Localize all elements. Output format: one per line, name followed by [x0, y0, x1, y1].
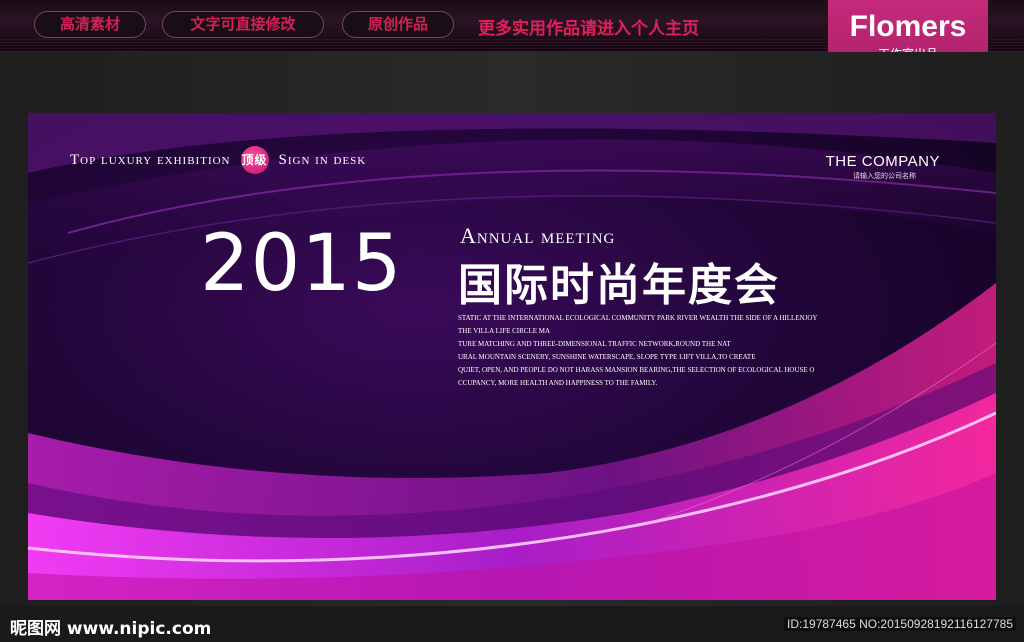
description-text: STATIC AT THE INTERNATIONAL ECOLOGICAL C…	[458, 312, 838, 390]
chinese-title: 国际时尚年度会	[458, 260, 780, 311]
top-grade-seal: 顶级	[240, 146, 269, 174]
annual-meeting-title: Annual meeting	[460, 223, 616, 248]
top-banner: 高清素材 文字可直接修改 原创作品 更多实用作品请进入个人主页 Flomers …	[0, 0, 1024, 90]
pill-hd-material: 高清素材	[34, 11, 146, 38]
image-id-watermark: ID:19787465 NO:20150928192116127785	[784, 617, 1016, 631]
tagline-right: Sign in desk	[278, 151, 367, 168]
desc-line: CCUPANCY, MORE HEALTH AND HAPPINESS TO T…	[458, 379, 658, 387]
pill-editable-text: 文字可直接修改	[162, 11, 324, 38]
watermark-strip: 昵图网 www.nipic.com ID:19787465 NO:2015092…	[0, 606, 1024, 642]
poster-artwork: Top luxury exhibition 顶级 Sign in desk TH…	[28, 113, 996, 600]
brand-name: Flomers	[849, 10, 967, 43]
promo-text[interactable]: 更多实用作品请进入个人主页	[478, 14, 699, 39]
desc-line: QUIET, OPEN, AND PEOPLE DO NOT HARASS MA…	[458, 366, 815, 374]
site-watermark[interactable]: 昵图网 www.nipic.com	[10, 614, 211, 639]
desc-line: THE VILLA LIFE CIRCLE MA	[458, 327, 551, 335]
company-name: THE COMPANY	[825, 153, 940, 170]
tagline: Top luxury exhibition 顶级 Sign in desk	[70, 146, 366, 174]
company-subtitle: 请输入您的公司名称	[853, 172, 916, 180]
tagline-left: Top luxury exhibition	[70, 151, 231, 168]
desc-line: TURE MATCHING AND THREE-DIMENSIONAL TRAF…	[458, 340, 731, 348]
year-title: 2015	[200, 219, 403, 309]
pill-original-work: 原创作品	[342, 11, 454, 38]
desc-line: STATIC AT THE INTERNATIONAL ECOLOGICAL C…	[458, 314, 818, 322]
desc-line: URAL MOUNTAIN SCENERY, SUNSHINE WATERSCA…	[458, 353, 756, 361]
